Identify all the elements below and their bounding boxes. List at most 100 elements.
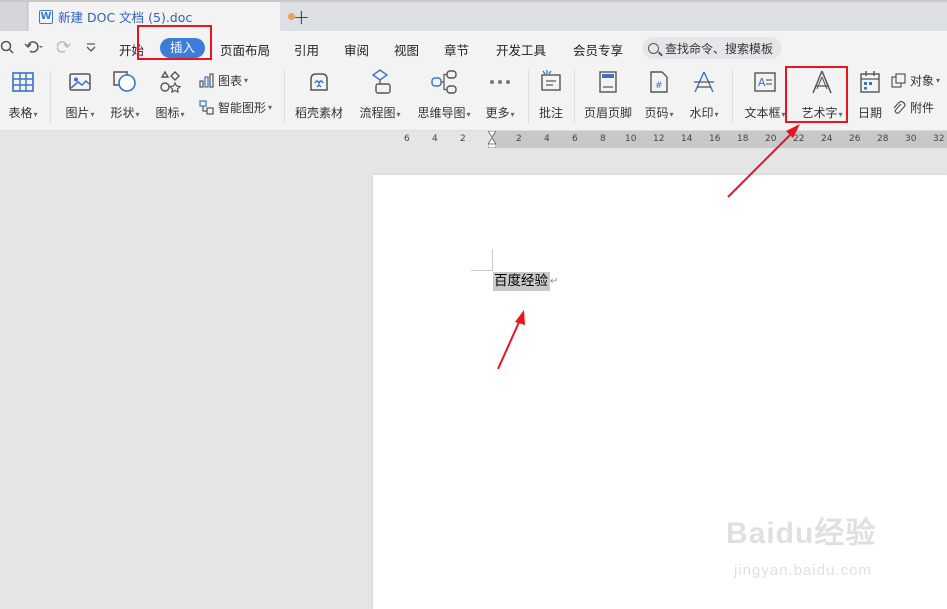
mindmap-button[interactable]: 思维导图▾ — [414, 68, 474, 121]
ruler-number: 28 — [877, 134, 889, 144]
customize-toolbar-icon[interactable] — [85, 40, 97, 58]
more-label: 更多 — [485, 106, 510, 120]
more-button[interactable]: 更多▾ — [482, 68, 518, 121]
smart-art-icon — [198, 100, 214, 116]
table-label: 表格 — [8, 106, 33, 120]
comment-icon — [536, 68, 566, 96]
flowchart-button[interactable]: 流程图▾ — [357, 68, 403, 121]
bar-chart-icon — [198, 73, 214, 89]
shape-button[interactable]: 形状▾ — [107, 68, 143, 121]
watermark-main-text: Baidu经验 — [726, 517, 877, 550]
command-search-box[interactable]: 查找命令、搜索模板 — [642, 37, 782, 59]
picture-icon — [62, 68, 98, 96]
chart-button[interactable]: 图表 ▾ — [198, 72, 248, 89]
watermark-button[interactable]: 水印▾ — [686, 68, 722, 121]
ribbon-separator — [284, 70, 285, 124]
object-icon — [890, 73, 906, 89]
ruler-number: 6 — [572, 134, 578, 144]
calendar-icon — [855, 68, 885, 96]
ribbon-separator — [574, 70, 575, 124]
table-button[interactable]: 表格▾ — [6, 68, 40, 121]
comment-button[interactable]: 批注 — [536, 68, 566, 121]
ruler-number: 30 — [905, 134, 917, 144]
svg-text:A: A — [758, 76, 766, 89]
menu-member-exclusive[interactable]: 会员专享 — [573, 40, 623, 59]
menu-review[interactable]: 审阅 — [344, 40, 369, 59]
flowchart-label: 流程图 — [359, 106, 396, 120]
ribbon-separator — [50, 70, 51, 124]
ruler-number: 2 — [460, 134, 466, 144]
watermark-icon — [686, 68, 722, 96]
menu-developer-tools[interactable]: 开发工具 — [496, 40, 546, 59]
date-label: 日期 — [857, 106, 882, 120]
comment-label: 批注 — [538, 106, 563, 120]
wordart-highlight-box — [785, 66, 848, 123]
ribbon-separator — [732, 70, 733, 124]
attachment-button[interactable]: 附件 — [890, 99, 934, 116]
menu-section[interactable]: 章节 — [444, 40, 469, 59]
ruler-number: 32 — [933, 134, 945, 144]
svg-text:#: # — [655, 81, 663, 91]
page-number-label: 页码 — [644, 106, 669, 120]
horizontal-ruler[interactable]: 6 4 2 2 4 6 8 10 12 14 16 18 20 22 24 26… — [373, 131, 947, 148]
chevron-down-icon: ▾ — [396, 110, 401, 119]
header-footer-icon — [582, 68, 634, 96]
selected-document-text[interactable]: 百度经验 — [493, 272, 550, 291]
watermark-label: 水印 — [689, 106, 714, 120]
ruler-number: 16 — [709, 134, 721, 144]
watermark-url-text: jingyan.baidu.com — [734, 562, 872, 579]
ruler-number: 8 — [600, 134, 606, 144]
docer-material-label: 稻壳素材 — [294, 106, 343, 120]
wps-writer-icon: W — [39, 9, 53, 24]
picture-button[interactable]: 图片▾ — [62, 68, 98, 121]
shape-label: 形状 — [110, 106, 135, 120]
chevron-down-icon: ▾ — [936, 76, 941, 85]
undo-icon[interactable] — [24, 40, 44, 58]
chevron-down-icon: ▾ — [466, 110, 471, 119]
page-number-button[interactable]: # 页码▾ — [641, 68, 677, 121]
chevron-down-icon: ▾ — [33, 110, 38, 119]
paragraph-mark: ↵ — [550, 276, 559, 287]
menu-page-layout[interactable]: 页面布局 — [220, 40, 270, 59]
smart-art-button[interactable]: 智能图形 ▾ — [198, 99, 272, 116]
chevron-down-icon: ▾ — [714, 110, 719, 119]
page-number-icon: # — [641, 68, 677, 96]
print-preview-icon[interactable] — [0, 40, 14, 58]
ruler-number: 20 — [765, 134, 777, 144]
textbox-button[interactable]: A 文本框▾ — [742, 68, 788, 121]
ruler-number: 14 — [681, 134, 693, 144]
home-tab[interactable] — [0, 2, 28, 31]
mindmap-icon — [414, 68, 474, 96]
ruler-number: 6 — [404, 134, 410, 144]
table-icon — [6, 68, 40, 96]
ruler-number: 4 — [432, 134, 438, 144]
ruler-number: 10 — [625, 134, 637, 144]
indent-marker-icon[interactable] — [488, 131, 496, 148]
more-dots-icon — [482, 68, 518, 96]
header-footer-button[interactable]: 页眉页脚 — [582, 68, 634, 121]
chart-label: 图表 — [218, 74, 243, 88]
search-icon — [648, 42, 659, 54]
icon-library-button[interactable]: 图标▾ — [153, 68, 187, 121]
chevron-down-icon: ▾ — [135, 110, 140, 119]
ruler-number: 18 — [737, 134, 749, 144]
picture-label: 图片 — [65, 106, 90, 120]
menu-view[interactable]: 视图 — [394, 40, 419, 59]
document-tab-title: 新建 DOC 文档 (5).doc — [58, 10, 193, 25]
paperclip-icon — [890, 100, 906, 116]
insert-tab-highlight-box — [137, 25, 212, 60]
menu-references[interactable]: 引用 — [294, 40, 319, 59]
smart-art-label: 智能图形 — [218, 101, 267, 115]
new-tab-button[interactable]: + — [293, 5, 310, 29]
chevron-down-icon: ▾ — [268, 103, 273, 112]
date-button[interactable]: 日期 — [855, 68, 885, 121]
redo-icon[interactable] — [56, 40, 71, 58]
mindmap-label: 思维导图 — [417, 106, 466, 120]
ribbon-separator — [528, 70, 529, 124]
shape-icon — [107, 68, 143, 96]
ruler-number: 26 — [849, 134, 861, 144]
docer-material-button[interactable]: 稻壳素材 — [294, 68, 344, 121]
chevron-down-icon: ▾ — [180, 110, 185, 119]
object-button[interactable]: 对象 ▾ — [890, 72, 940, 89]
baidu-jingyan-watermark: Baidu经验 jingyan.baidu.com — [726, 508, 926, 598]
